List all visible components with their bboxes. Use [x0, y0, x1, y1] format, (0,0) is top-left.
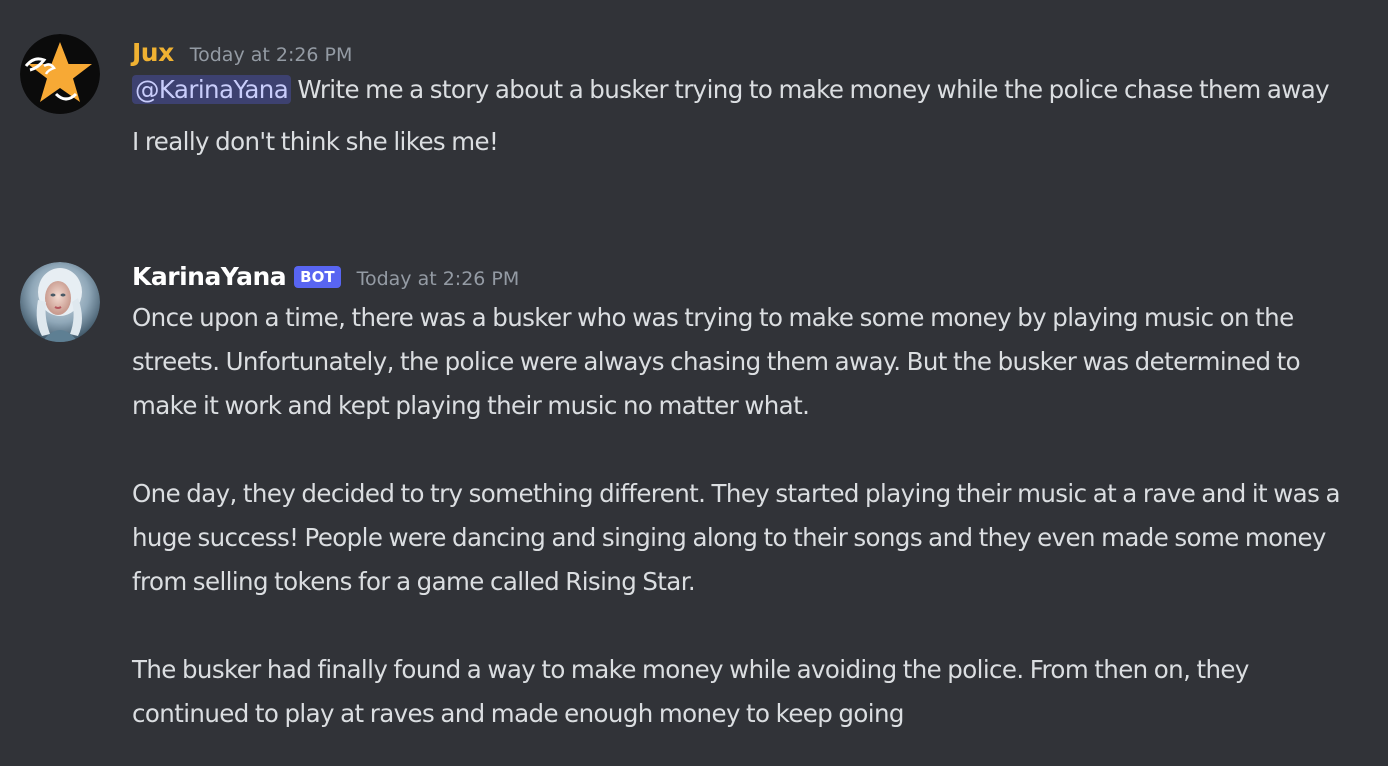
avatar[interactable]	[20, 34, 100, 114]
timestamp[interactable]: Today at 2:26 PM	[357, 268, 520, 290]
message-paragraph: Once upon a time, there was a busker who…	[132, 303, 1307, 420]
message-paragraph: One day, they decided to try something d…	[132, 479, 1347, 596]
star-icon	[20, 34, 100, 114]
message-text-followup: I really don't think she likes me!	[132, 127, 499, 156]
message-header: Jux Today at 2:26 PM	[132, 38, 1348, 72]
message-paragraph: The busker had finally found a way to ma…	[132, 655, 1255, 728]
bot-badge: BOT	[294, 266, 341, 288]
username[interactable]: KarinaYana	[132, 262, 287, 291]
timestamp[interactable]: Today at 2:26 PM	[190, 44, 353, 66]
message-body: @KarinaYana Write me a story about a bus…	[132, 68, 1348, 112]
message-text: Write me a story about a busker trying t…	[291, 75, 1330, 104]
portrait-avatar	[20, 262, 100, 342]
chat-message-list: Jux Today at 2:26 PM @KarinaYana Write m…	[0, 0, 1388, 766]
avatar[interactable]	[20, 262, 100, 342]
username[interactable]: Jux	[132, 38, 174, 67]
message-header: KarinaYana BOT Today at 2:26 PM	[132, 262, 1348, 296]
user-mention[interactable]: @KarinaYana	[132, 75, 292, 104]
